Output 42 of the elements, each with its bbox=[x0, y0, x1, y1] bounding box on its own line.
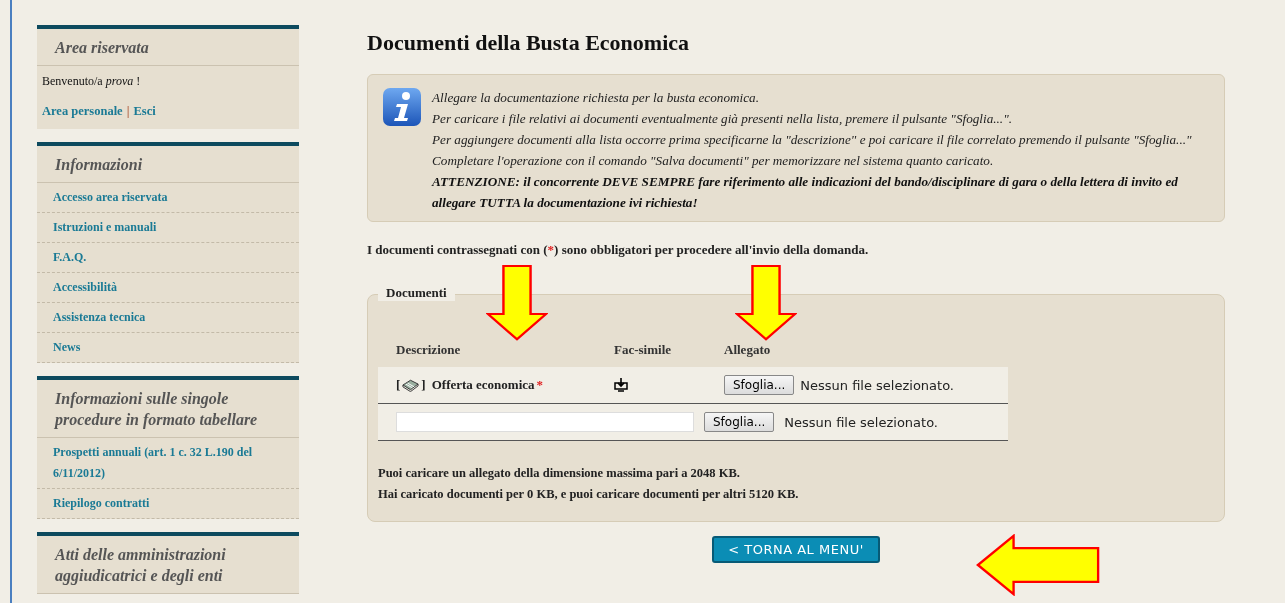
required-mark: * bbox=[536, 377, 544, 393]
required-note: I documenti contrassegnati con (*) sono obbligatori per procedere all'invio della domanda. bbox=[367, 242, 870, 258]
bracket-text: [ bbox=[396, 377, 401, 393]
file-status: Nessun file selezionato. bbox=[800, 377, 954, 393]
sidebar-link[interactable]: Accesso area riservata bbox=[37, 183, 299, 213]
browse-button[interactable]: Sfoglia... bbox=[704, 412, 775, 432]
column-header: Allegato bbox=[724, 342, 771, 358]
sidebar-link[interactable]: Esci bbox=[133, 104, 156, 118]
download-icon[interactable] bbox=[614, 378, 628, 392]
info-icon bbox=[382, 87, 422, 127]
panel-legend: Documenti bbox=[378, 285, 455, 301]
book-icon bbox=[402, 378, 420, 392]
bracket-text: ] bbox=[421, 377, 426, 393]
info-text: ATTENZIONE: il concorrente DEVE SEMPRE fare riferimento alle indicazioni del bando/disciplinare di gara o della lettera di invito ed allegare TUTTA la documentazione ivi richiesta! bbox=[432, 173, 1179, 212]
sidebar-link[interactable]: Istruzioni e manuali bbox=[37, 213, 299, 243]
limit-text: Puoi caricare un allegato della dimensione massima pari a 2048 KB. bbox=[378, 465, 741, 482]
page-title: Documenti della Busta Economica bbox=[367, 30, 691, 56]
document-name: Offerta economica bbox=[431, 377, 535, 393]
column-header: Fac-simile bbox=[614, 342, 673, 358]
info-text: Allegare la documentazione richiesta per la busta economica. bbox=[432, 89, 760, 107]
description-field[interactable] bbox=[396, 412, 694, 432]
panel-title: Area riservata bbox=[37, 29, 299, 66]
info-text: Per caricare i file relativi ai documenti eventualmente già presenti nella lista, premere il pulsante "Sfoglia...". bbox=[432, 110, 1013, 128]
sidebar-link[interactable]: F.A.Q. bbox=[37, 243, 299, 273]
info-text: Per aggiungere documenti alla lista occorre prima specificarne la "descrizione" e poi caricare il file correlato premendo il pulsante "Sfoglia..." bbox=[432, 131, 1193, 149]
limit-text: Hai caricato documenti per 0 KB, e puoi caricare documenti per altri 5120 KB. bbox=[378, 486, 800, 503]
panel-title: Informazioni bbox=[37, 146, 299, 183]
browse-button[interactable]: Sfoglia... bbox=[724, 375, 795, 395]
back-button[interactable]: < TORNA AL MENU' bbox=[712, 536, 880, 563]
sidebar-link[interactable]: Prospetti annuali (art. 1 c. 32 L.190 del 6/11/2012) bbox=[37, 438, 299, 489]
sidebar-link[interactable]: News bbox=[37, 333, 299, 363]
info-text: Completare l'operazione con il comando "Salva documenti" per memorizzare nel sistema quanto caricato. bbox=[432, 152, 995, 170]
panel-title: Informazioni sulle singole procedure in formato tabellare bbox=[37, 380, 299, 438]
sidebar-link[interactable]: Area personale bbox=[42, 104, 123, 118]
panel-title: Atti delle amministrazioni aggiudicatrici e degli enti bbox=[37, 536, 299, 594]
sidebar-link[interactable]: Riepilogo contratti bbox=[37, 489, 299, 519]
file-status: Nessun file selezionato. bbox=[784, 414, 938, 430]
sidebar-link[interactable]: Accessibilità bbox=[37, 273, 299, 303]
welcome-text: Benvenuto/a prova ! bbox=[41, 73, 142, 90]
link-separator: | bbox=[125, 104, 131, 118]
sidebar-link[interactable]: Assistenza tecnica bbox=[37, 303, 299, 333]
column-header: Descrizione bbox=[395, 342, 462, 358]
